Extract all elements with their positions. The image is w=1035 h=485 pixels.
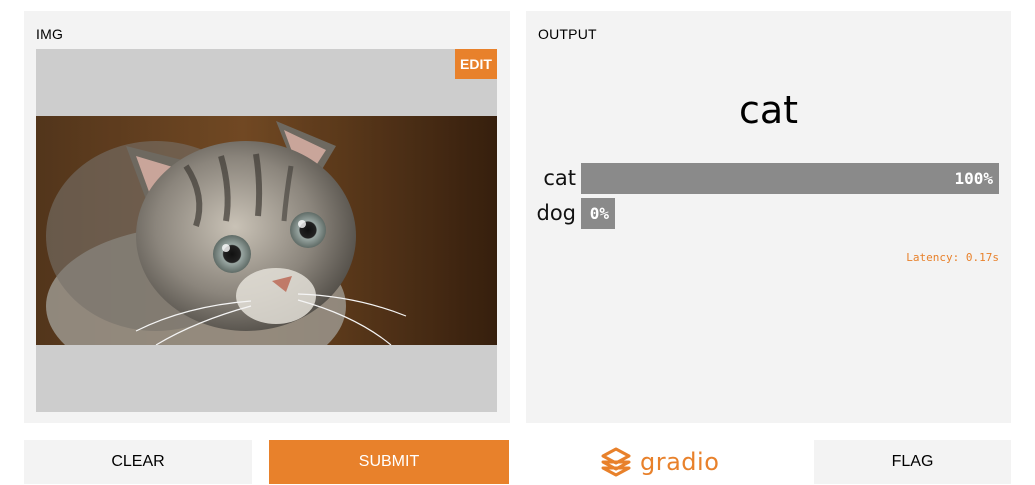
edit-button[interactable]: EDIT (455, 49, 497, 79)
input-panel-label: IMG (36, 26, 64, 42)
latency-text: Latency: 0.17s (906, 251, 999, 264)
gradio-wordmark: gradio (640, 448, 720, 476)
flag-button[interactable]: FLAG (814, 440, 1011, 484)
input-panel: IMG EDIT (24, 11, 510, 423)
confidence-value: 100% (954, 169, 993, 188)
confidence-bar: 0% (581, 198, 615, 229)
image-upload-area[interactable]: EDIT (36, 49, 497, 412)
confidence-label: cat (543, 166, 576, 190)
submit-button[interactable]: SUBMIT (269, 440, 509, 484)
predicted-label: cat (738, 88, 799, 132)
confidence-value: 0% (589, 204, 609, 223)
confidence-bar-track: 100% (581, 163, 999, 194)
output-panel-label: OUTPUT (538, 26, 597, 42)
output-panel: OUTPUT cat cat 100% dog 0% Latency: 0.17… (526, 11, 1011, 423)
clear-button[interactable]: CLEAR (24, 440, 252, 484)
confidence-bar: 100% (581, 163, 999, 194)
confidence-row: dog 0% (526, 198, 1011, 229)
confidence-bar-track: 0% (581, 198, 999, 229)
confidence-label: dog (536, 201, 576, 225)
confidence-row: cat 100% (526, 163, 1011, 194)
gradio-logo-icon (601, 447, 631, 477)
gradio-brand: gradio (600, 445, 719, 479)
kitten-image (36, 116, 497, 345)
